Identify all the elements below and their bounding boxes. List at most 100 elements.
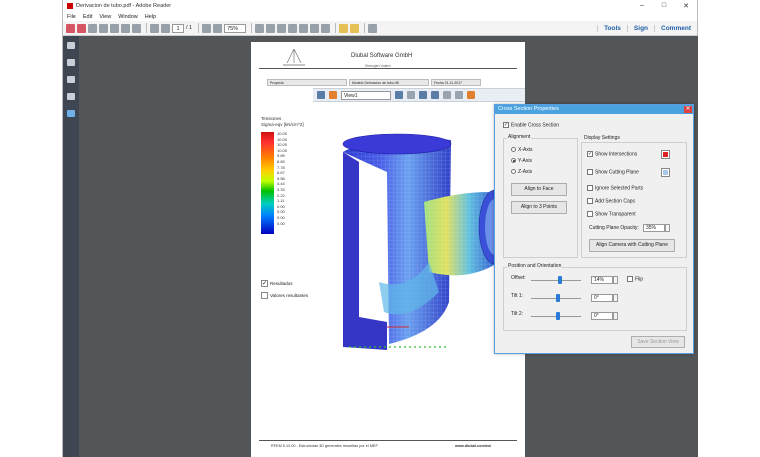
prev-page-icon[interactable] xyxy=(150,23,159,33)
offset-input[interactable]: 14% xyxy=(591,276,613,284)
3d-model-render[interactable] xyxy=(329,132,514,362)
menu-window[interactable]: Window xyxy=(118,14,138,20)
background-icon[interactable] xyxy=(455,91,463,99)
lighting-icon[interactable] xyxy=(443,91,451,99)
fit-page-icon[interactable] xyxy=(255,23,265,33)
add-section-caps-checkbox[interactable]: Add Section Caps xyxy=(587,198,635,205)
open-file-icon[interactable] xyxy=(88,23,97,33)
tools-link[interactable]: Tools xyxy=(597,24,627,32)
company-logo xyxy=(283,48,305,66)
offset-slider-track[interactable] xyxy=(531,280,581,281)
tilt2-slider-thumb[interactable] xyxy=(556,312,560,320)
rotate-icon[interactable] xyxy=(395,91,403,99)
opacity-spinner[interactable] xyxy=(665,224,670,232)
tilt2-input[interactable]: 0° xyxy=(591,312,613,320)
title-bar: Derivacion de tubo.pdf - Adobe Reader – … xyxy=(63,0,697,12)
show-transparent-checkbox[interactable]: Show Transparent xyxy=(587,211,636,218)
email-icon[interactable] xyxy=(132,23,141,33)
full-screen-icon[interactable] xyxy=(321,23,331,33)
read-mode-icon[interactable] xyxy=(310,23,320,33)
scroll-icon[interactable] xyxy=(288,23,298,33)
align-camera-button[interactable]: Align Camera with Cutting Plane xyxy=(589,239,675,252)
enable-cross-section-checkbox[interactable]: ✓ Enable Cross Section xyxy=(503,122,559,129)
create-pdf-icon[interactable] xyxy=(66,23,75,33)
next-page-icon[interactable] xyxy=(161,23,170,33)
save-icon[interactable] xyxy=(110,23,119,33)
cross-section-icon[interactable] xyxy=(467,91,475,99)
radio-y-axis[interactable]: Y-Axis xyxy=(511,158,532,165)
two-page-icon[interactable] xyxy=(299,23,309,33)
zoom-out-icon[interactable] xyxy=(202,23,212,33)
color-scale-bar xyxy=(261,132,274,234)
adobe-reader-icon xyxy=(67,3,73,9)
sign-link[interactable]: Sign xyxy=(626,24,654,32)
pages-icon[interactable] xyxy=(67,42,75,49)
move-icon[interactable] xyxy=(317,91,325,99)
menu-view[interactable]: View xyxy=(99,14,111,20)
render-icon[interactable] xyxy=(431,91,439,99)
footer-rule xyxy=(259,440,517,441)
page-number-input[interactable]: 1 xyxy=(172,23,184,33)
fit-width-icon[interactable] xyxy=(266,23,276,33)
zoom-input[interactable]: 75% xyxy=(224,23,247,33)
open-icon[interactable] xyxy=(77,23,86,33)
play-icon[interactable] xyxy=(407,91,415,99)
model-tree-3d-icon[interactable] xyxy=(419,91,427,99)
show-cutting-plane-checkbox[interactable]: Show Cutting Plane xyxy=(587,169,639,176)
footer-program: RFEM 5.12.00 - Estructuras 3D generales … xyxy=(271,444,378,448)
tilt1-slider-thumb[interactable] xyxy=(556,294,560,302)
page-total: / 1 xyxy=(186,25,193,31)
company-name: Dlubal Software GmbH xyxy=(351,53,413,59)
highlight-icon[interactable] xyxy=(350,23,360,33)
opacity-input[interactable]: 35% xyxy=(643,224,665,232)
cloud-icon[interactable] xyxy=(99,23,108,33)
view-select[interactable]: View1 xyxy=(341,90,391,100)
zoom-in-icon[interactable] xyxy=(213,23,223,33)
comment-link[interactable]: Comment xyxy=(654,24,697,32)
tilt2-label: Tilt 2: xyxy=(511,311,524,317)
comment-icon[interactable] xyxy=(339,23,349,33)
info-model: Modelo Derivacion de tubo.rf5 xyxy=(349,79,429,86)
tilt1-spinner[interactable] xyxy=(613,294,618,302)
dialog-close-icon[interactable]: ✕ xyxy=(684,106,692,113)
save-section-view-button[interactable]: Save Section View xyxy=(631,336,685,348)
dialog-title-bar: Cross Section Properties ✕ xyxy=(495,105,693,114)
menu-edit[interactable]: Edit xyxy=(83,14,92,20)
layers-icon[interactable] xyxy=(67,76,75,83)
legend-title: Tensiones Sigma-eqv [kN/cm^2] xyxy=(261,116,304,127)
model-tree-icon[interactable] xyxy=(67,93,75,100)
window-title: Derivacion de tubo.pdf - Adobe Reader xyxy=(76,3,172,9)
maximize-icon[interactable]: □ xyxy=(653,2,675,10)
home-icon[interactable] xyxy=(329,91,337,99)
tilt1-input[interactable]: 0° xyxy=(591,294,613,302)
menu-help[interactable]: Help xyxy=(145,14,156,20)
attachments-icon[interactable] xyxy=(67,59,75,66)
minimize-icon[interactable]: – xyxy=(631,2,653,10)
legend-check-results[interactable]: ✓ Resultados xyxy=(261,280,293,287)
offset-spinner[interactable] xyxy=(613,276,618,284)
sign-icon[interactable] xyxy=(368,23,378,33)
display-settings-label: Display Settings xyxy=(583,135,621,141)
footer-website: www.dlubal.com/es/ xyxy=(455,444,492,448)
alignment-label: Alignment xyxy=(507,134,532,140)
single-page-icon[interactable] xyxy=(277,23,287,33)
plane-color-swatch[interactable] xyxy=(661,168,670,177)
close-icon[interactable]: ✕ xyxy=(675,2,697,10)
print-icon[interactable] xyxy=(121,23,130,33)
radio-x-axis[interactable]: X-Axis xyxy=(511,147,532,154)
position-label: Position and Orientation xyxy=(507,263,563,269)
show-intersections-checkbox[interactable]: ✓ Show Intersections xyxy=(587,151,637,158)
menu-file[interactable]: File xyxy=(67,14,76,20)
content-icon[interactable] xyxy=(67,110,75,117)
flip-checkbox[interactable]: Flip xyxy=(627,276,643,283)
align-to-3-points-button[interactable]: Align to 3 Points xyxy=(511,201,567,214)
tilt1-label: Tilt 1: xyxy=(511,293,524,299)
checkbox-values xyxy=(261,292,268,299)
ignore-selected-parts-checkbox[interactable]: Ignore Selected Parts xyxy=(587,185,643,192)
align-to-face-button[interactable]: Align to Face xyxy=(511,183,567,196)
intersection-color-swatch[interactable] xyxy=(661,150,670,159)
legend-check-values[interactable]: Valores resultantes xyxy=(261,292,308,299)
radio-z-axis[interactable]: Z-Axis xyxy=(511,169,532,176)
offset-slider-thumb[interactable] xyxy=(558,276,562,284)
tilt2-spinner[interactable] xyxy=(613,312,618,320)
